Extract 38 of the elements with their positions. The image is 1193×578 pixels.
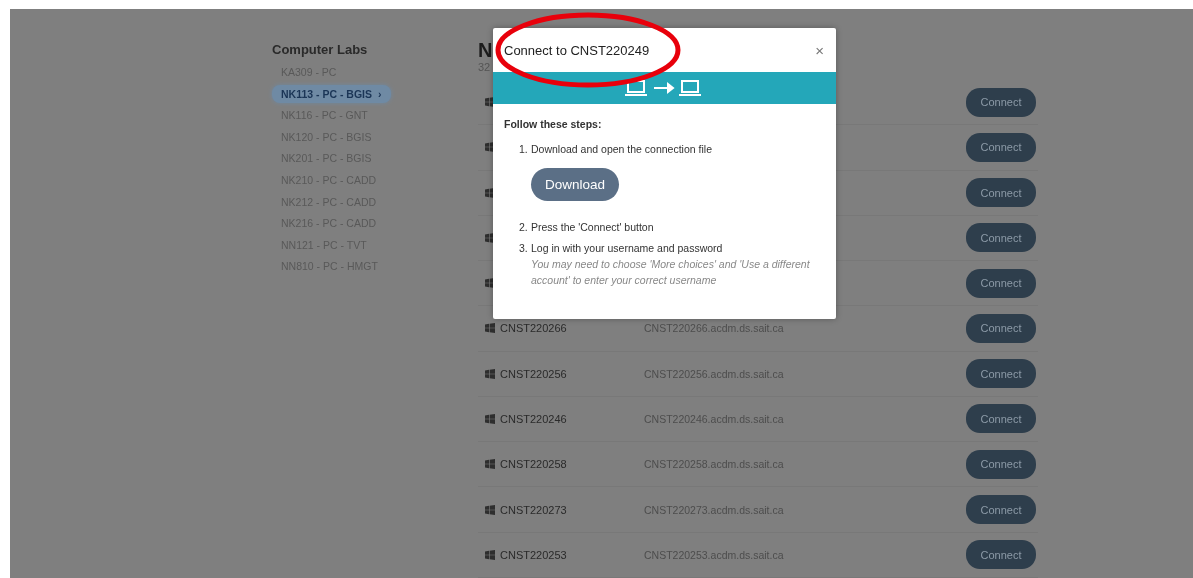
- download-button[interactable]: Download: [531, 168, 620, 201]
- step-text: Download and open the connection file: [531, 143, 712, 155]
- computer-name: CNST220256: [500, 367, 568, 380]
- windows-icon: [485, 504, 495, 515]
- connect-button[interactable]: Connect: [966, 359, 1036, 389]
- windows-icon: [485, 549, 495, 560]
- connect-button[interactable]: Connect: [966, 87, 1036, 117]
- connect-button[interactable]: Connect: [966, 495, 1036, 524]
- computer-name: CNST220258: [500, 458, 568, 471]
- connect-button[interactable]: Connect: [966, 404, 1036, 434]
- connect-button[interactable]: Connect: [966, 178, 1036, 208]
- computer-name: CNST220266: [500, 322, 568, 335]
- computer-name: CNST220273: [500, 503, 568, 516]
- windows-icon: [485, 414, 495, 424]
- step-number: 2.: [519, 221, 529, 233]
- connect-button[interactable]: Connect: [966, 268, 1036, 298]
- connect-button[interactable]: Connect: [966, 132, 1036, 162]
- connect-button[interactable]: Connect: [966, 223, 1036, 253]
- step-number: 1.: [519, 143, 529, 157]
- sidebar-title: Computer Labs: [272, 42, 369, 57]
- computer-name: CNST220246: [500, 413, 568, 425]
- windows-icon: [485, 459, 495, 470]
- step-text: Log in with your username and password: [531, 242, 724, 254]
- step-note: You may need to choose 'More choices' and 'Use a different account' to enter your correct username: [531, 257, 811, 288]
- computer-name: CNST220253: [500, 548, 568, 561]
- steps-intro: Follow these steps:: [504, 118, 603, 130]
- page-heading: N: [478, 39, 493, 61]
- connect-button[interactable]: Connect: [966, 540, 1036, 570]
- windows-icon: [485, 368, 495, 379]
- connect-button[interactable]: Connect: [966, 313, 1036, 343]
- step-text: Press the 'Connect' button: [531, 221, 654, 233]
- dialog-title: Connect to CNST220249: [504, 42, 650, 58]
- connect-button[interactable]: Connect: [966, 449, 1036, 479]
- lab-item[interactable]: NK113 - PC - BGIS ›: [272, 84, 391, 103]
- step-number: 3.: [519, 242, 529, 256]
- close-button[interactable]: ×: [815, 41, 824, 59]
- chevron-icon: ›: [378, 87, 382, 100]
- windows-icon: [485, 323, 495, 334]
